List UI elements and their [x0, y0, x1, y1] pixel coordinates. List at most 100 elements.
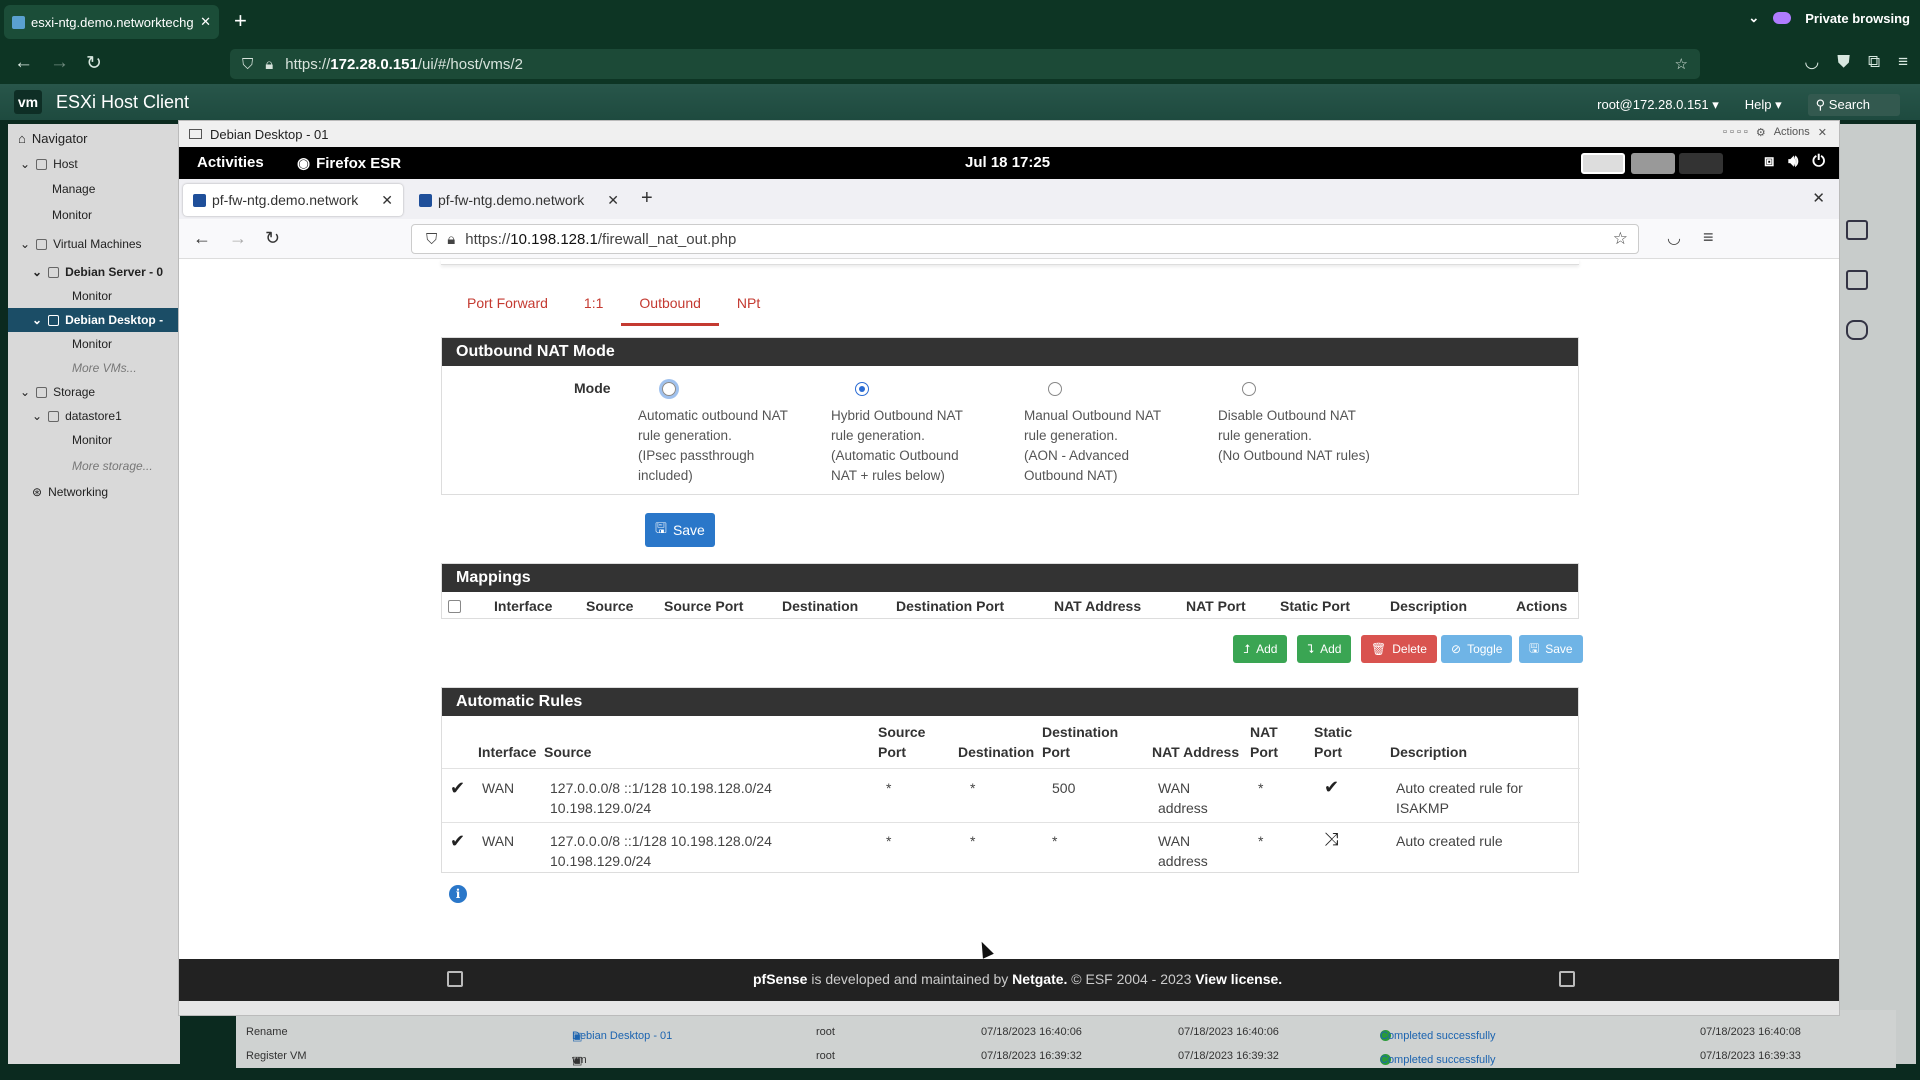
back-arrow-icon[interactable]: ←: [14, 52, 33, 74]
clock[interactable]: Jul 18 17:25: [965, 154, 1050, 171]
tab-port-forward[interactable]: Port Forward: [449, 295, 566, 326]
view-license-link[interactable]: View license.: [1195, 971, 1282, 987]
tab-list-chevron-down-icon[interactable]: ⌄: [1748, 10, 1759, 26]
reload-icon[interactable]: ↻: [86, 52, 102, 75]
forward-arrow-icon[interactable]: →: [229, 228, 247, 249]
nav-storage[interactable]: ⌄ Storage: [8, 380, 180, 404]
hamburger-menu-icon[interactable]: ≡: [1898, 52, 1908, 72]
console-window-icons[interactable]: ▫ ▫ ▫ ▫: [1723, 126, 1748, 139]
task-row[interactable]: Rename ▣ Debian Desktop - 01 root 07/18/…: [236, 1022, 1896, 1044]
user-menu[interactable]: root@172.28.0.151 ▾: [1597, 97, 1719, 113]
col-destination[interactable]: Destination: [782, 598, 858, 614]
nav-host-manage[interactable]: Manage: [8, 176, 180, 202]
bitwarden-shield-icon[interactable]: ⛊: [1837, 52, 1850, 72]
col-nat-port[interactable]: NAT Port: [1186, 598, 1246, 614]
collapse-right-icon[interactable]: [1559, 971, 1575, 987]
tab-npt[interactable]: NPt: [719, 295, 778, 326]
app-menu[interactable]: ◉ Firefox ESR: [297, 154, 401, 173]
close-icon[interactable]: ✕: [381, 192, 393, 209]
save-mappings-button[interactable]: 🖫 Save: [1519, 635, 1583, 663]
collapse-left-icon[interactable]: [447, 971, 463, 987]
col-static-port[interactable]: Static Port: [1280, 598, 1350, 614]
workspace-3[interactable]: [1679, 153, 1723, 174]
nav-host[interactable]: ⌄ Host: [8, 152, 180, 176]
delete-button[interactable]: 🗑︎ Delete: [1361, 635, 1437, 663]
add-top-button[interactable]: ⮥ Add: [1233, 635, 1288, 663]
mode-option-hybrid[interactable]: Hybrid Outbound NAT rule generation. (Au…: [831, 380, 1001, 486]
select-all-checkbox[interactable]: [448, 600, 461, 613]
radio-manual[interactable]: [1048, 382, 1062, 396]
col-destination-port[interactable]: Destination Port: [896, 598, 1004, 614]
outer-url-bar[interactable]: ⛉ 🔒︎ https://172.28.0.151/ui/#/host/vms/…: [230, 49, 1700, 79]
shield-icon[interactable]: ⛉: [426, 231, 437, 248]
reload-icon[interactable]: ↻: [265, 228, 280, 249]
add-bottom-button[interactable]: ⮧ Add: [1297, 635, 1352, 663]
bookmark-star-icon[interactable]: ☆: [1675, 55, 1688, 73]
footer-brand[interactable]: pfSense: [753, 971, 807, 987]
toggle-button[interactable]: ⊘ Toggle: [1441, 635, 1513, 663]
nav-networking[interactable]: ⊛ Networking: [8, 480, 180, 504]
shield-icon[interactable]: ⛉: [242, 56, 253, 73]
close-icon[interactable]: ✕: [607, 192, 619, 209]
nav-vm-debian-server[interactable]: ⌄ Debian Server - 0: [8, 260, 180, 284]
workspace-1[interactable]: [1581, 153, 1625, 174]
system-tray[interactable]: ⧈ 🔊︎ ⏻: [1764, 153, 1825, 171]
extensions-puzzle-icon[interactable]: ⧉: [1868, 52, 1880, 72]
save-mode-button[interactable]: 🖫 Save: [645, 513, 715, 547]
close-icon[interactable]: ✕: [200, 14, 211, 30]
hamburger-menu-icon[interactable]: ≡: [1703, 227, 1714, 248]
radio-automatic[interactable]: [662, 382, 676, 396]
new-tab-icon[interactable]: +: [641, 187, 653, 210]
back-arrow-icon[interactable]: ←: [193, 228, 211, 249]
nav-more-storage[interactable]: More storage...: [8, 452, 180, 480]
chevron-down-icon[interactable]: ⌄: [32, 313, 42, 327]
lock-icon[interactable]: 🔒︎: [447, 231, 455, 248]
tab-outbound[interactable]: Outbound: [621, 295, 719, 326]
nav-more-vms[interactable]: More VMs...: [8, 356, 180, 380]
pocket-icon[interactable]: ◡: [1667, 228, 1681, 248]
chevron-down-icon[interactable]: ⌄: [20, 157, 30, 171]
nav-vm-desktop-monitor[interactable]: Monitor: [8, 332, 180, 356]
nav-datastore-monitor[interactable]: Monitor: [8, 428, 180, 452]
info-icon[interactable]: i: [449, 885, 467, 903]
col-nat-address[interactable]: NAT Address: [1054, 598, 1141, 614]
workspace-2[interactable]: [1631, 153, 1675, 174]
inner-tab-2[interactable]: pf-fw-ntg.demo.network ✕: [409, 184, 629, 216]
nav-vm-debian-desktop[interactable]: ⌄ Debian Desktop -: [8, 308, 180, 332]
close-window-icon[interactable]: ✕: [1812, 189, 1825, 207]
footer-company-link[interactable]: Netgate.: [1012, 971, 1067, 987]
col-interface[interactable]: Interface: [494, 598, 552, 614]
col-description[interactable]: Description: [1390, 598, 1467, 614]
tab-one-to-one[interactable]: 1:1: [566, 295, 621, 326]
chevron-down-icon[interactable]: ⌄: [20, 237, 30, 251]
inner-tab-1[interactable]: pf-fw-ntg.demo.network ✕: [183, 184, 403, 216]
mode-option-manual[interactable]: Manual Outbound NAT rule generation. (AO…: [1024, 380, 1194, 486]
radio-disable[interactable]: [1242, 382, 1256, 396]
nav-host-monitor[interactable]: Monitor: [8, 202, 180, 228]
mode-option-automatic[interactable]: Automatic outbound NAT rule generation. …: [638, 380, 808, 486]
vm-console-window[interactable]: Debian Desktop - 01 ▫ ▫ ▫ ▫ ⚙ Actions ✕ …: [178, 120, 1840, 1016]
lock-icon[interactable]: 🔒︎: [265, 56, 273, 73]
chevron-down-icon[interactable]: ⌄: [32, 265, 42, 279]
close-icon[interactable]: ✕: [1818, 126, 1827, 139]
help-menu[interactable]: Help ▾: [1745, 97, 1782, 113]
mode-option-disable[interactable]: Disable Outbound NAT rule generation. (N…: [1218, 380, 1418, 466]
bookmark-star-icon[interactable]: ☆: [1613, 229, 1628, 249]
chevron-down-icon[interactable]: ⌄: [20, 385, 30, 399]
activities-button[interactable]: Activities: [197, 154, 264, 171]
pocket-icon[interactable]: ◡: [1804, 52, 1819, 72]
inner-url-bar[interactable]: ⛉ 🔒︎ https://10.198.128.1/firewall_nat_o…: [411, 224, 1639, 254]
outer-tab-esxi[interactable]: esxi-ntg.demo.networktechguy ✕: [4, 5, 219, 39]
col-source[interactable]: Source: [586, 598, 633, 614]
col-source-port[interactable]: Source Port: [664, 598, 743, 614]
esxi-search-input[interactable]: ⚲ Search: [1807, 94, 1900, 116]
nav-virtual-machines[interactable]: ⌄ Virtual Machines: [8, 228, 180, 260]
task-row[interactable]: Register VM ▣ vm root 07/18/2023 16:39:3…: [236, 1046, 1896, 1068]
vm-console-titlebar[interactable]: Debian Desktop - 01: [179, 121, 1839, 147]
nav-vm-server-monitor[interactable]: Monitor: [8, 284, 180, 308]
new-tab-icon[interactable]: +: [234, 8, 247, 34]
radio-hybrid[interactable]: [855, 382, 869, 396]
forward-arrow-icon[interactable]: →: [50, 52, 69, 74]
actions-menu[interactable]: Actions: [1774, 126, 1810, 139]
chevron-down-icon[interactable]: ⌄: [32, 409, 42, 423]
